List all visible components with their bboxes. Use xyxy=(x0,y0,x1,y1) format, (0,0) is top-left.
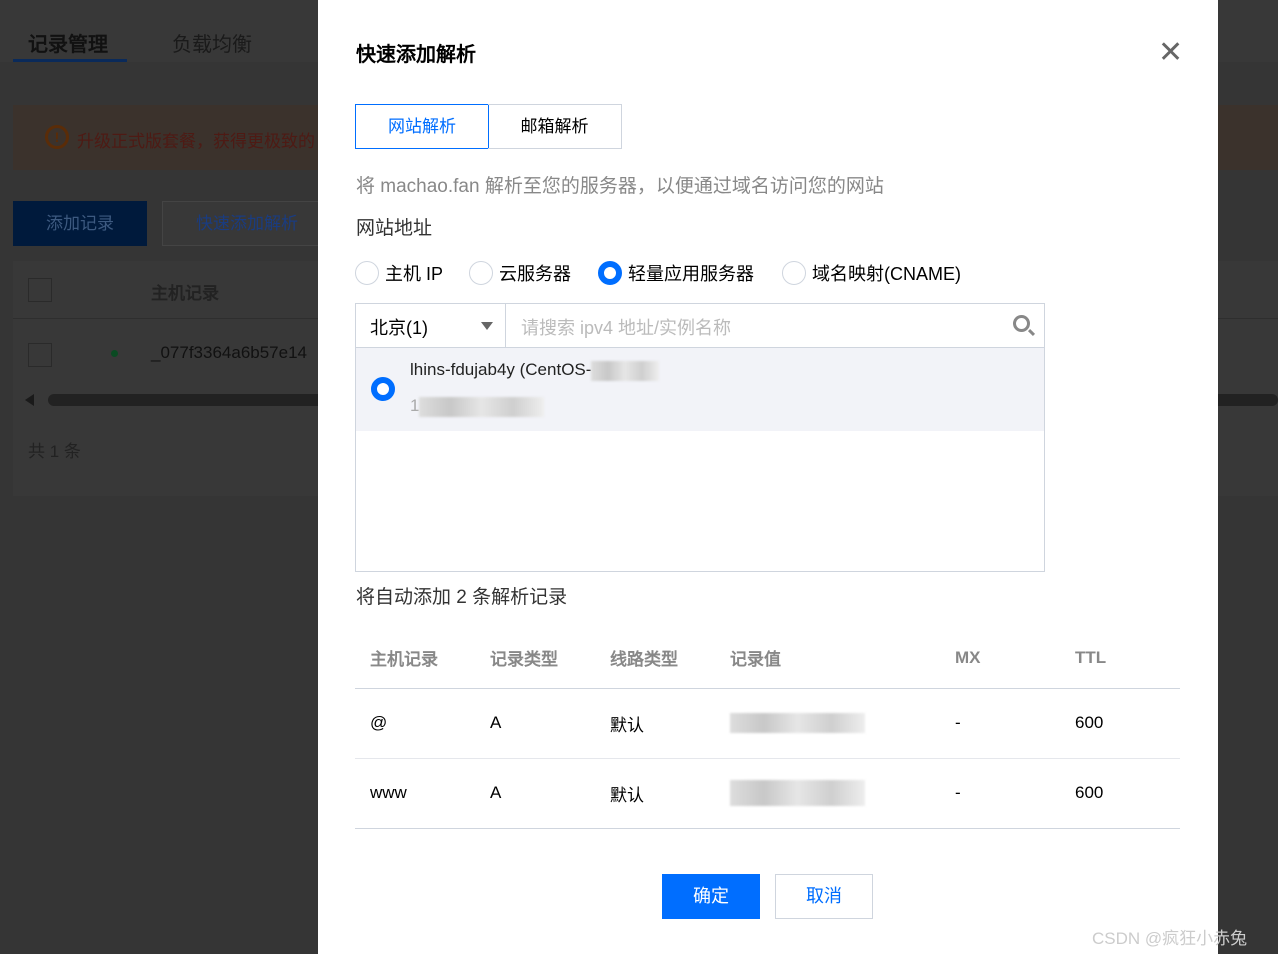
radio-icon[interactable] xyxy=(782,261,806,285)
instance-name: lhins-fdujab4y (CentOS- xyxy=(410,360,660,381)
cell-type: A xyxy=(475,688,595,759)
quick-add-dialog: 快速添加解析 ✕ 网站解析 邮箱解析 将 machao.fan 解析至您的服务器… xyxy=(318,0,1218,954)
dialog-title: 快速添加解析 xyxy=(356,44,476,66)
radio-cname[interactable]: 域名映射(CNAME) xyxy=(782,260,961,286)
watermark: CSDN @疯狂小赤兔 xyxy=(1092,929,1248,948)
cell-ttl: 600 xyxy=(1060,688,1180,759)
quick-add-button[interactable]: 快速添加解析 xyxy=(162,201,332,246)
cell-type: A xyxy=(475,758,595,829)
instance-ip: 1 xyxy=(410,396,545,417)
column-header: 记录类型 xyxy=(475,628,595,689)
cell-line: 默认 xyxy=(595,688,715,759)
close-icon[interactable]: ✕ xyxy=(1158,38,1183,68)
blurred-text xyxy=(730,780,865,806)
tab-website[interactable]: 网站解析 xyxy=(355,104,489,149)
search-placeholder: 请搜索 ipv4 地址/实例名称 xyxy=(521,318,732,338)
blurred-text xyxy=(730,713,865,734)
region-value: 北京(1) xyxy=(370,318,428,338)
radio-label: 主机 IP xyxy=(385,264,444,284)
search-input[interactable]: 请搜索 ipv4 地址/实例名称 xyxy=(506,304,1044,348)
radio-label: 云服务器 xyxy=(499,264,571,284)
cell-mx: - xyxy=(940,758,1060,829)
search-icon[interactable] xyxy=(1013,315,1030,332)
column-header: MX xyxy=(940,628,1060,689)
radio-cvm[interactable]: 云服务器 xyxy=(469,260,571,286)
description: 将 machao.fan 解析至您的服务器，以便通过域名访问您的网站 xyxy=(356,176,884,197)
cancel-button[interactable]: 取消 xyxy=(775,874,873,919)
scroll-left-icon[interactable] xyxy=(25,394,34,406)
warning-icon: ! xyxy=(45,125,69,149)
table-row: @ A 默认 - 600 xyxy=(355,688,1180,759)
cell-value xyxy=(715,758,940,829)
cell-line: 默认 xyxy=(595,758,715,829)
column-header: 线路类型 xyxy=(595,628,715,689)
confirm-button[interactable]: 确定 xyxy=(662,874,760,919)
radio-selected-icon[interactable] xyxy=(371,377,395,401)
instance-picker: 北京(1) 请搜索 ipv4 地址/实例名称 lhins-fdujab4y (C… xyxy=(355,303,1045,572)
table-row: www A 默认 - 600 xyxy=(355,758,1180,829)
column-header: 主机记录 xyxy=(355,628,475,689)
radio-host-ip[interactable]: 主机 IP xyxy=(355,260,443,286)
column-header: TTL xyxy=(1060,628,1180,689)
cell-host: www xyxy=(355,758,475,829)
total-count: 共 1 条 xyxy=(28,442,81,461)
add-record-button[interactable]: 添加记录 xyxy=(13,201,147,246)
status-dot xyxy=(111,350,118,357)
host-column-header[interactable]: 主机记录 xyxy=(151,279,219,304)
tab-records[interactable]: 记录管理 xyxy=(28,28,108,57)
radio-lighthouse[interactable]: 轻量应用服务器 xyxy=(598,260,754,286)
cell-value xyxy=(715,688,940,759)
cell-mx: - xyxy=(940,688,1060,759)
tab-load-balance[interactable]: 负载均衡 xyxy=(172,28,252,57)
row-host: _077f3364a6b57e14 xyxy=(151,343,307,362)
chevron-down-icon xyxy=(481,322,493,330)
radio-icon[interactable] xyxy=(355,261,379,285)
row-checkbox[interactable] xyxy=(28,343,52,367)
auto-add-text: 将自动添加 2 条解析记录 xyxy=(356,587,568,608)
blurred-text xyxy=(419,396,545,417)
radio-selected-icon[interactable] xyxy=(598,261,622,285)
cell-host: @ xyxy=(355,688,475,759)
notice-text: 升级正式版套餐，获得更极致的 xyxy=(77,132,315,151)
select-all-checkbox[interactable] xyxy=(28,278,52,302)
active-tab-indicator xyxy=(13,59,127,62)
radio-label: 轻量应用服务器 xyxy=(628,264,754,284)
records-preview-table: 主机记录 记录类型 线路类型 记录值 MX TTL @ A 默认 - 600 w… xyxy=(355,628,1180,829)
instance-item[interactable]: lhins-fdujab4y (CentOS- 1 xyxy=(356,348,1044,431)
region-select[interactable]: 北京(1) xyxy=(356,304,506,348)
blurred-text xyxy=(591,360,660,381)
cell-ttl: 600 xyxy=(1060,758,1180,829)
radio-label: 域名映射(CNAME) xyxy=(812,264,961,284)
tab-email[interactable]: 邮箱解析 xyxy=(488,104,622,149)
column-header: 记录值 xyxy=(715,628,940,689)
radio-icon[interactable] xyxy=(469,261,493,285)
address-label: 网站地址 xyxy=(356,218,433,239)
